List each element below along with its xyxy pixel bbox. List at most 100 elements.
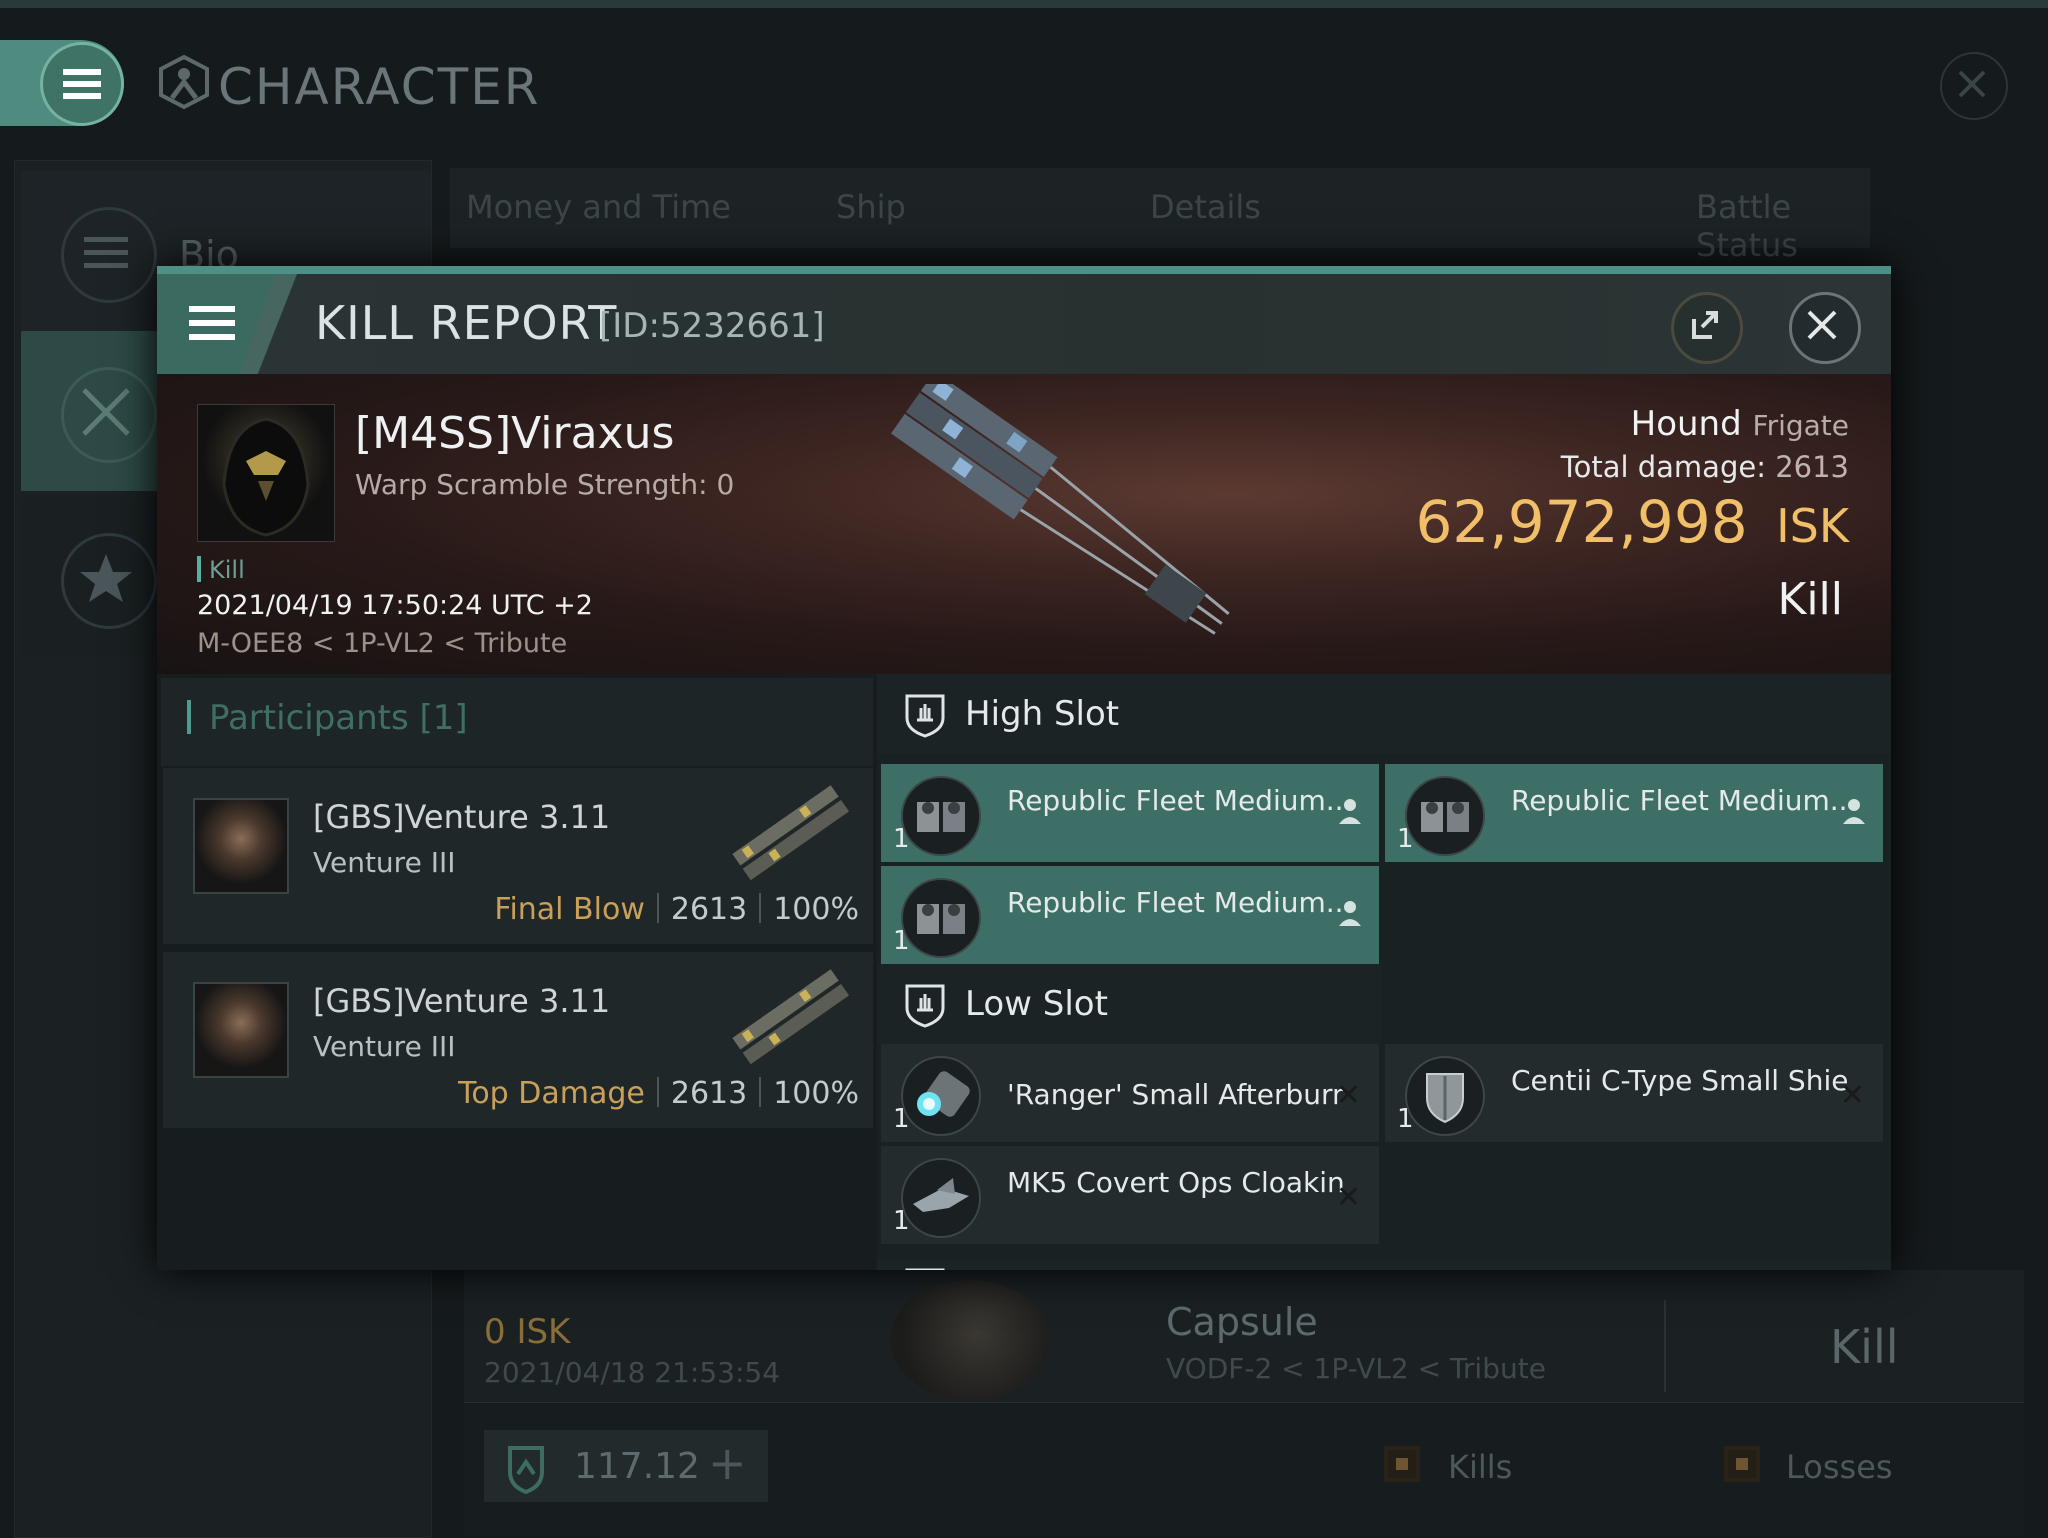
module-name: Centii C-Type Small Shield... (1511, 1064, 1847, 1097)
module-quantity: 1 (893, 824, 910, 854)
high-slot-icon (905, 694, 945, 738)
participant-percent: 100% (773, 1076, 859, 1111)
ship-name: Hound (1630, 404, 1742, 444)
participant-avatar (193, 982, 289, 1078)
pilot-icon (1339, 901, 1361, 926)
close-window-button[interactable] (1940, 52, 2008, 120)
capsule-ship-image (890, 1280, 1050, 1400)
module-slot[interactable]: 1 Republic Fleet Medium... (881, 764, 1379, 862)
isk-value: 62,972,998 ISK (1416, 488, 1849, 556)
participant-name: [GBS]Venture 3.11 (313, 798, 611, 836)
tab-details[interactable]: Details (1150, 188, 1261, 226)
killmail-result: Kill (1830, 1320, 1899, 1374)
total-damage: Total damage: 2613 (1561, 450, 1849, 484)
mid-slot-icon (905, 1268, 945, 1270)
kill-result: Kill (1777, 574, 1843, 625)
pilot-icon (1339, 799, 1361, 824)
module-slot[interactable]: 1 Republic Fleet Medium... (1385, 764, 1883, 862)
participant-damage: 2613 (670, 1076, 748, 1111)
module-name: Republic Fleet Medium... (1007, 784, 1343, 817)
kill-location: M-OEE8 < 1P-VL2 < Tribute (197, 628, 568, 659)
fitting-value: 117.12 (574, 1446, 700, 1487)
low-slot-header: Low Slot (877, 964, 1381, 1044)
main-menu-button[interactable] (40, 42, 124, 126)
participants-count: [1] (419, 698, 468, 738)
participants-accent-bar (187, 700, 191, 734)
victim-ship-image (837, 384, 1377, 674)
page-title: CHARACTER (218, 58, 541, 116)
fitting-panel: High Slot 1 Republic Fleet Medium... 1 R… (877, 674, 1891, 1270)
victim-portrait[interactable] (197, 404, 335, 542)
participant-role: Final Blow (494, 892, 645, 927)
module-slot[interactable]: 1 'Ranger' Small Afterburner ✕ (881, 1044, 1379, 1142)
participant-avatar (193, 798, 289, 894)
destroyed-x-icon: ✕ (1839, 1078, 1865, 1113)
participant-ship: Venture III (313, 1030, 456, 1063)
participant-card[interactable]: [GBS]Venture 3.11 Venture III Final Blow… (163, 768, 873, 944)
killmail-ship: Capsule (1166, 1300, 1318, 1344)
afterburner-icon (901, 1056, 981, 1136)
missile-launcher-icon (901, 776, 981, 856)
participant-percent: 100% (773, 892, 859, 927)
module-quantity: 1 (1397, 824, 1414, 854)
kill-report-id: [ID:5232661] (599, 306, 825, 346)
tab-money-and-time[interactable]: Money and Time (466, 188, 731, 226)
module-quantity: 1 (893, 1104, 910, 1134)
module-slot[interactable]: 1 Centii C-Type Small Shield... ✕ (1385, 1044, 1883, 1142)
low-slot-icon (905, 984, 945, 1028)
hamburger-icon (63, 69, 101, 99)
pilot-icon (1843, 799, 1865, 824)
ship-class: Frigate (1752, 409, 1850, 442)
isk-unit: ISK (1776, 499, 1849, 553)
kill-datetime: 2021/04/19 17:50:24 UTC +2 (197, 590, 593, 621)
high-slot-label: High Slot (965, 694, 1120, 734)
module-quantity: 1 (893, 1206, 910, 1236)
participant-card[interactable]: [GBS]Venture 3.11 Venture III Top Damage… (163, 952, 873, 1128)
module-quantity: 1 (1397, 1104, 1414, 1134)
close-icon (1807, 310, 1837, 340)
destroyed-x-icon: ✕ (1335, 1078, 1361, 1113)
kills-legend-swatch (1384, 1446, 1420, 1482)
module-slot[interactable]: 1 Republic Fleet Medium... (881, 866, 1379, 964)
participant-stats: Final Blow 2613 100% (494, 892, 859, 927)
venture-ship-image (723, 960, 863, 1080)
module-quantity: 1 (893, 926, 910, 956)
participant-stats: Top Damage 2613 100% (458, 1076, 859, 1111)
kill-tag-bar (197, 556, 201, 582)
victim-warp-strength: Warp Scramble Strength: 0 (355, 468, 735, 501)
kills-legend-label: Kills (1448, 1448, 1513, 1486)
tab-ship[interactable]: Ship (836, 188, 906, 226)
killmail-location: VODF-2 < 1P-VL2 < Tribute (1166, 1352, 1546, 1385)
losses-legend-swatch (1724, 1446, 1760, 1482)
missile-launcher-icon (1405, 776, 1485, 856)
high-slot-header: High Slot (877, 674, 1891, 754)
add-button[interactable]: + (708, 1436, 747, 1490)
missile-launcher-icon (901, 878, 981, 958)
share-button[interactable] (1671, 292, 1743, 364)
shield-extender-icon (1405, 1056, 1485, 1136)
killmail-tab-bar: Money and Time Ship Details Battle Statu… (450, 168, 1870, 264)
participant-damage: 2613 (670, 892, 748, 927)
dialog-title: KILL REPORT (315, 296, 618, 350)
crossed-swords-icon (61, 367, 157, 463)
victim-name[interactable]: [M4SS]Viraxus (355, 408, 674, 459)
cloaking-device-icon (901, 1158, 981, 1238)
list-icon (61, 207, 157, 303)
victim-banner: [M4SS]Viraxus Warp Scramble Strength: 0 … (157, 374, 1891, 674)
module-name: MK5 Covert Ops Cloaking... (1007, 1166, 1343, 1199)
divider (1664, 1300, 1666, 1392)
killmail-date: 2021/04/18 21:53:54 (484, 1356, 781, 1389)
low-slot-label: Low Slot (965, 984, 1108, 1024)
dialog-accent-line (157, 266, 1891, 274)
participants-title: Participants [1] (209, 698, 468, 738)
module-name: 'Ranger' Small Afterburner (1007, 1078, 1343, 1111)
module-slot[interactable]: 1 MK5 Covert Ops Cloaking... ✕ (881, 1146, 1379, 1244)
close-icon (1958, 70, 1986, 98)
character-emblem-icon (156, 54, 212, 110)
close-dialog-button[interactable] (1789, 292, 1861, 364)
losses-legend-label: Losses (1786, 1448, 1893, 1486)
shield-slot-icon (508, 1446, 544, 1495)
venture-ship-image (723, 776, 863, 896)
helmet-portrait-icon (222, 417, 310, 537)
tab-battle-status[interactable]: Battle Status (1696, 188, 1870, 264)
